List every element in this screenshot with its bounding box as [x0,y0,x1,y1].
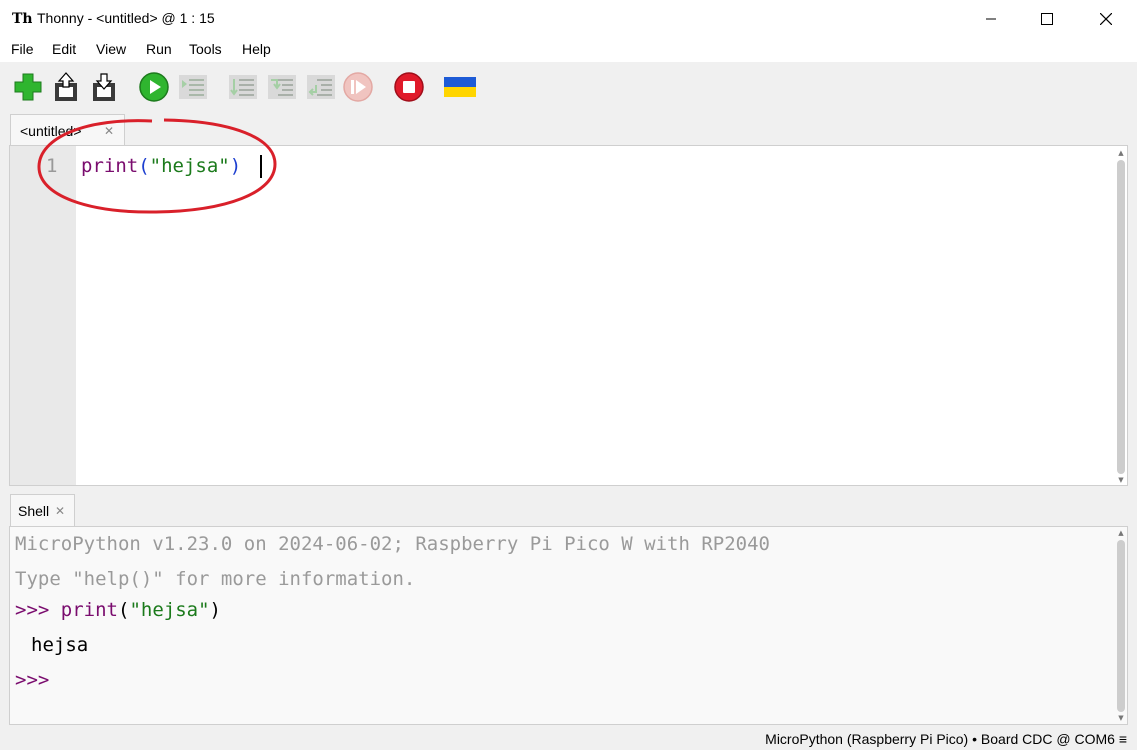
step-over-button[interactable] [226,70,260,104]
tab-shell-close-icon[interactable]: ✕ [55,503,65,519]
stop-button[interactable] [392,70,426,104]
maximize-icon [1041,12,1053,25]
save-file-icon [93,73,115,101]
shell-scrollbar[interactable] [1117,540,1125,712]
minimize-icon [986,18,996,19]
run-button[interactable] [137,70,171,104]
port-status[interactable]: Board CDC @ COM6 [981,731,1115,747]
open-file-button[interactable] [49,70,83,104]
annotation-circle [37,118,277,214]
minimize-button[interactable] [962,0,1020,37]
resume-icon [343,72,373,102]
shell-command-function: print [60,599,118,621]
maximize-button[interactable] [1018,0,1076,37]
shell-output: hejsa [31,634,89,656]
status-menu-icon[interactable]: ≡ [1119,731,1127,747]
menu-file[interactable]: File [11,41,34,58]
close-button[interactable] [1077,0,1135,37]
status-separator: • [972,731,978,747]
resume-button[interactable] [341,70,375,104]
step-over-icon [229,75,257,99]
step-out-icon [307,75,335,99]
step-out-button[interactable] [304,70,338,104]
tab-shell[interactable]: Shell ✕ [10,494,75,527]
menu-help[interactable]: Help [242,41,271,58]
stop-icon [394,72,424,102]
editor-scrollbar[interactable] [1117,160,1125,474]
shell-prompt: >>> [15,599,50,621]
window-title: Thonny - <untitled> @ 1 : 15 [37,10,215,26]
svg-text:Th: Th [12,11,32,27]
status-bar: MicroPython (Raspberry Pi Pico) • Board … [765,731,1127,748]
ukraine-flag-button[interactable] [443,70,477,104]
shell-next-prompt[interactable]: >>> [15,668,49,692]
interpreter-status[interactable]: MicroPython (Raspberry Pi Pico) [765,731,968,747]
shell-help-hint: Type "help()" for more information. [15,568,416,590]
editor-scroll-up-icon[interactable]: ▲ [1116,149,1126,157]
shell-command-line: >>> print("hejsa") [15,598,221,622]
step-into-icon [268,75,296,99]
shell-scroll-down-icon[interactable]: ▼ [1116,714,1126,722]
shell-scroll-up-icon[interactable]: ▲ [1116,529,1126,537]
new-file-icon [14,73,42,101]
debug-icon [179,75,207,99]
shell-banner: MicroPython v1.23.0 on 2024-06-02; Raspb… [15,533,770,555]
step-into-button[interactable] [265,70,299,104]
menu-run[interactable]: Run [146,41,172,58]
debug-button[interactable] [176,70,210,104]
shell-command-close-paren: ) [209,599,221,621]
open-file-icon [55,72,77,101]
shell-command-open-paren: ( [117,599,130,621]
tab-shell-label: Shell [18,503,50,519]
close-icon [1100,12,1112,25]
menu-tools[interactable]: Tools [189,41,222,58]
thonny-app-icon: Th [12,9,33,27]
menu-edit[interactable]: Edit [52,41,76,58]
shell-command-string: "hejsa" [129,599,210,621]
ukraine-flag-icon [444,77,476,97]
new-file-button[interactable] [11,70,45,104]
editor-scroll-down-icon[interactable]: ▼ [1116,476,1126,484]
run-icon [139,72,169,102]
menu-view[interactable]: View [96,41,126,58]
save-file-button[interactable] [87,70,121,104]
